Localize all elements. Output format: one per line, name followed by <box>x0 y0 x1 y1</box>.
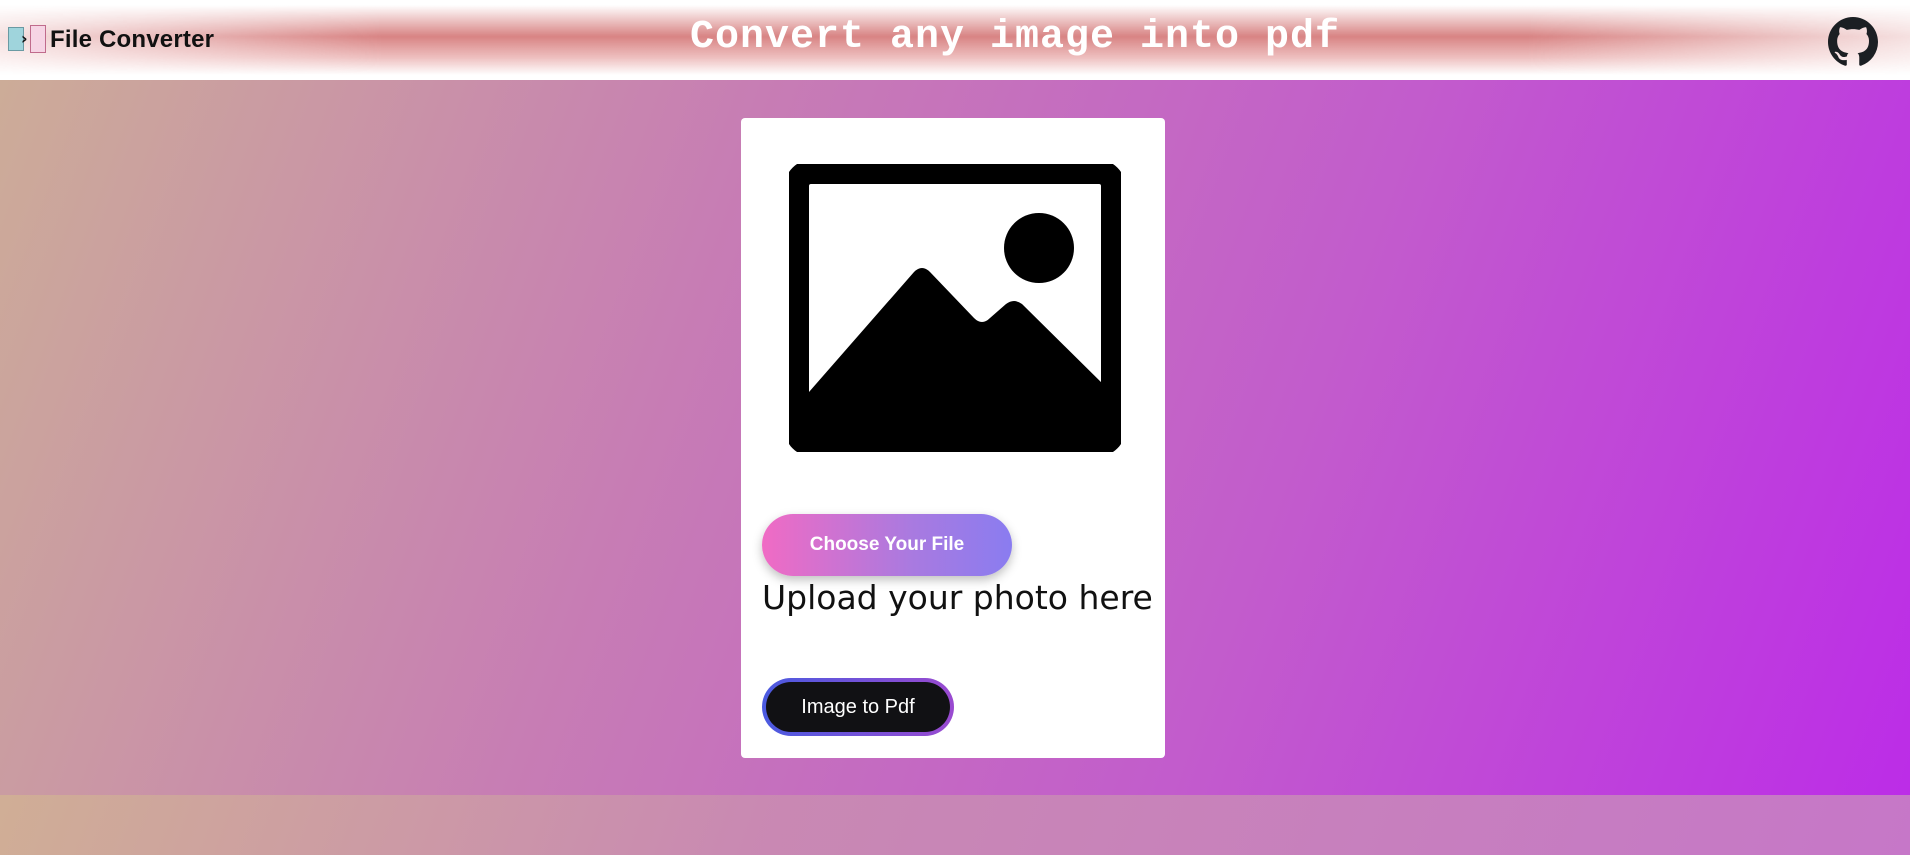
page-title: Convert any image into pdf <box>689 15 1341 60</box>
upload-card: Choose Your File Upload your photo here … <box>741 118 1165 758</box>
github-icon <box>1828 17 1878 66</box>
footer-band <box>0 795 1910 855</box>
header: › File Converter Convert any image into … <box>0 5 1910 75</box>
image-to-pdf-button[interactable]: Image to Pdf <box>762 678 954 736</box>
choose-file-button[interactable]: Choose Your File <box>762 514 1012 576</box>
upload-caption: Upload your photo here <box>762 578 1153 617</box>
github-link[interactable] <box>1828 17 1878 67</box>
image-placeholder-icon <box>789 164 1121 452</box>
